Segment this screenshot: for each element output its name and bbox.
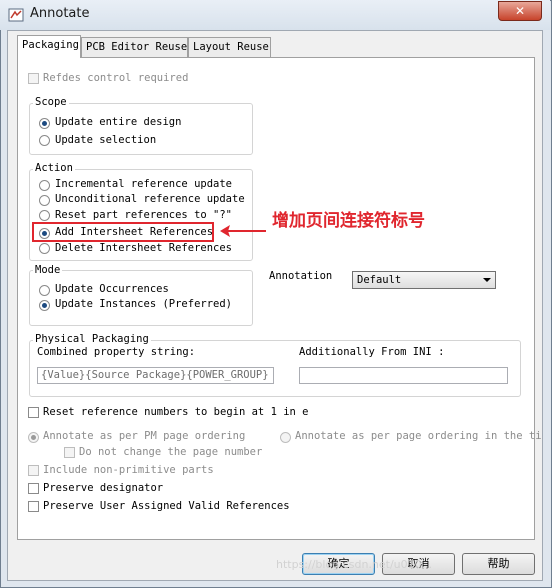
physical-packaging-label: Physical Packaging <box>33 333 151 345</box>
tab-layout-reuse[interactable]: Layout Reuse <box>188 37 271 57</box>
include-nonprimitive-label: Include non-primitive parts <box>43 464 214 476</box>
preserve-designator-checkbox[interactable] <box>28 483 39 494</box>
scope-entire-design-radio[interactable] <box>39 118 50 129</box>
mode-instances-label: Update Instances (Preferred) <box>55 298 233 310</box>
action-delete-intersheet-label: Delete Intersheet References <box>55 242 233 254</box>
annotate-pm-order-label: Annotate as per PM page ordering <box>43 430 246 442</box>
scope-entire-design-label: Update entire design <box>55 116 182 128</box>
scope-group <box>29 103 253 155</box>
combined-property-field[interactable]: {Value}{Source Package}{POWER_GROUP} <box>37 367 274 384</box>
additionally-from-ini-label: Additionally From INI : <box>299 346 445 358</box>
include-nonprimitive-checkbox[interactable] <box>28 465 39 476</box>
action-reset-label: Reset part references to "?" <box>55 209 233 221</box>
reset-numbers-checkbox[interactable] <box>28 407 39 418</box>
watermark-text: https://blog.csdn.net/u010... <box>276 558 433 571</box>
chevron-down-icon <box>483 278 491 282</box>
action-unconditional-radio[interactable] <box>39 195 50 206</box>
annotate-page-order-label: Annotate as per page ordering in the ti <box>295 430 542 442</box>
callout-arrow-icon <box>220 225 266 237</box>
scope-group-label: Scope <box>33 96 69 108</box>
action-reset-radio[interactable] <box>39 210 50 221</box>
tab-pcb-editor-reuse[interactable]: PCB Editor Reuse <box>81 37 188 57</box>
refdes-control-label: Refdes control required <box>43 72 189 84</box>
action-incremental-label: Incremental reference update <box>55 178 233 190</box>
refdes-control-checkbox[interactable] <box>28 73 39 84</box>
combined-property-label: Combined property string: <box>37 346 196 358</box>
add-intersheet-highlight-box <box>32 222 214 242</box>
do-not-change-page-label: Do not change the page number <box>79 446 263 458</box>
close-button[interactable]: ✕ <box>498 1 542 21</box>
action-group-label: Action <box>33 162 75 174</box>
mode-group-label: Mode <box>33 264 63 276</box>
scope-selection-radio[interactable] <box>39 135 50 146</box>
do-not-change-page-checkbox[interactable] <box>64 447 75 458</box>
scope-selection-label: Update selection <box>55 134 157 146</box>
help-button[interactable]: 帮助 <box>462 553 535 575</box>
additionally-from-ini-field[interactable] <box>299 367 508 384</box>
action-unconditional-label: Unconditional reference update <box>55 193 245 205</box>
annotation-label: Annotation <box>269 270 333 282</box>
action-delete-intersheet-radio[interactable] <box>39 243 50 254</box>
action-incremental-radio[interactable] <box>39 180 50 191</box>
title-bar: Annotate ✕ <box>0 0 550 30</box>
mode-occurrences-radio[interactable] <box>39 285 50 296</box>
annotate-page-order-radio[interactable] <box>280 432 291 443</box>
reset-numbers-label: Reset reference numbers to begin at 1 in… <box>43 406 309 418</box>
annotate-pm-order-radio[interactable] <box>28 432 39 443</box>
annotation-dropdown[interactable]: Default <box>352 271 496 289</box>
preserve-user-references-checkbox[interactable] <box>28 501 39 512</box>
preserve-user-references-label: Preserve User Assigned Valid References <box>43 500 290 512</box>
preserve-designator-label: Preserve designator <box>43 482 164 494</box>
mode-occurrences-label: Update Occurrences <box>55 283 169 295</box>
mode-instances-radio[interactable] <box>39 300 50 311</box>
window-title: Annotate <box>30 6 90 21</box>
annotation-selected-value: Default <box>357 274 402 286</box>
tab-packaging[interactable]: Packaging <box>17 35 81 58</box>
annotate-app-icon <box>8 8 24 22</box>
callout-text: 增加页间连接符标号 <box>272 211 425 231</box>
